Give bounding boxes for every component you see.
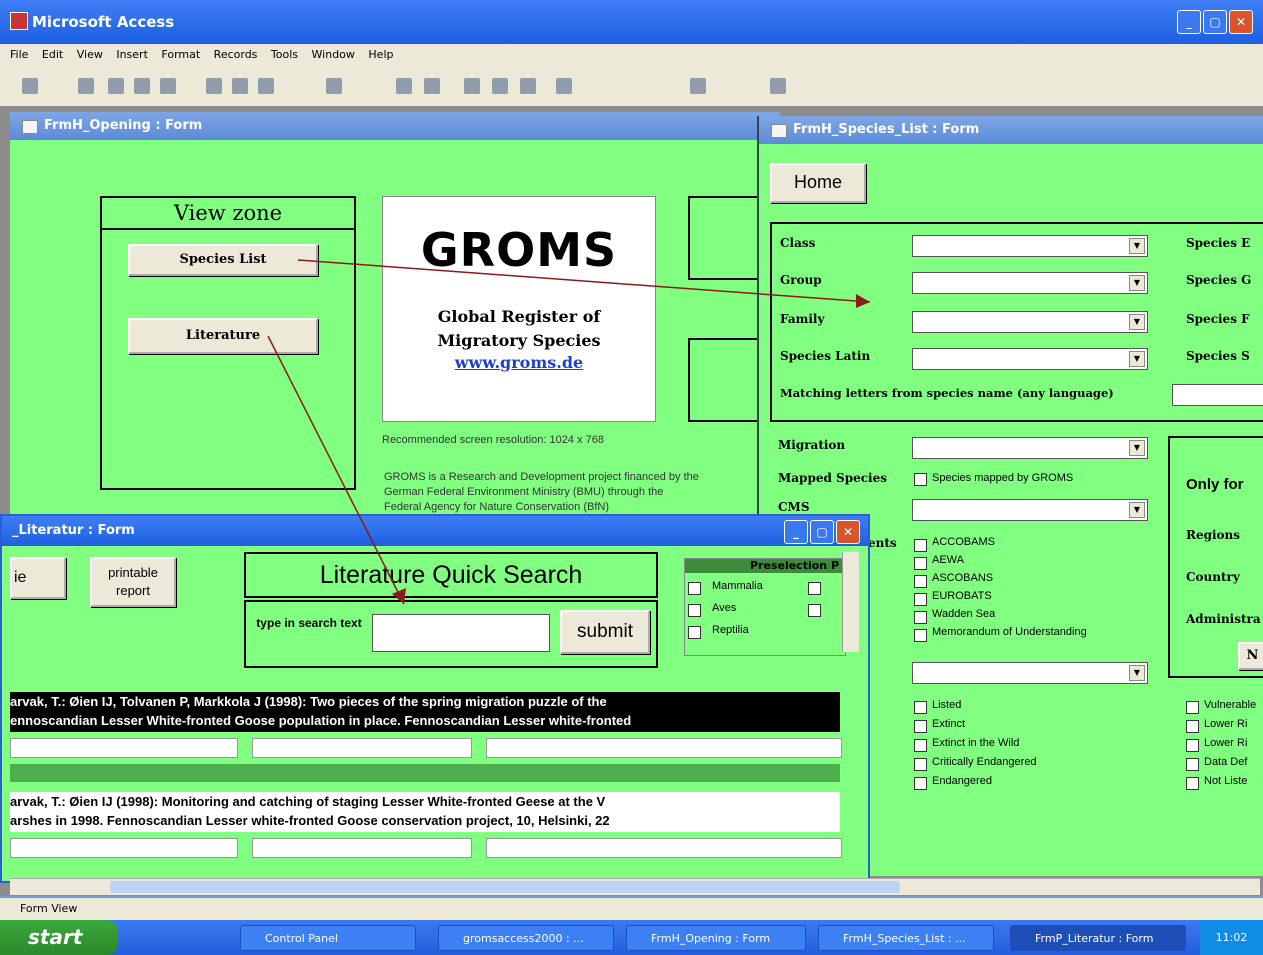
status-bar: Form View <box>0 898 1263 920</box>
task-literatur-form[interactable]: FrmP_Literatur : Form <box>1010 925 1186 951</box>
arrow-species-head <box>856 294 870 308</box>
start-label: start <box>28 925 83 949</box>
status-text: Form View <box>20 902 78 915</box>
task-species-form[interactable]: FrmH_Species_List : ... <box>818 925 994 951</box>
annotation-arrows <box>267 259 871 605</box>
task-opening-form[interactable]: FrmH_Opening : Form <box>626 925 806 951</box>
arrow-species <box>297 259 871 303</box>
task-control-panel[interactable]: Control Panel <box>240 925 416 951</box>
arrow-literature <box>267 335 405 605</box>
start-button[interactable]: start <box>0 920 118 955</box>
task-groms-db[interactable]: gromsaccess2000 : ... <box>438 925 614 951</box>
arrow-literature-head <box>392 588 406 604</box>
clock: 11:02 <box>1215 931 1248 944</box>
system-tray: 11:02 <box>1200 920 1263 955</box>
